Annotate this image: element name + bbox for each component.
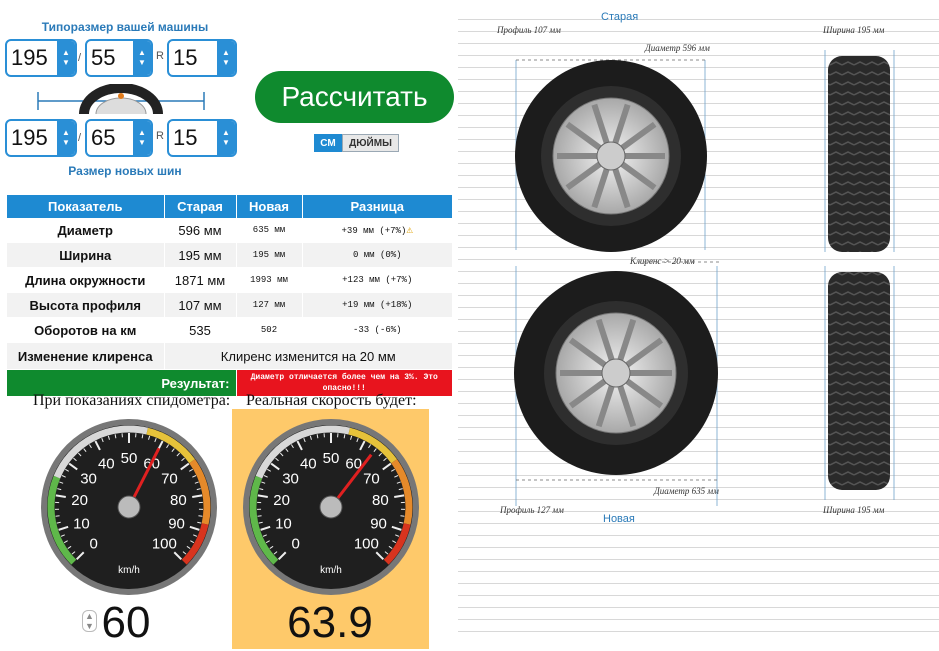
old-profile-select[interactable]: 55 ▲ ▼ [85,39,153,77]
gauge-tick [198,515,203,517]
old-profile-value: 55 [91,45,116,70]
new-width-value: 195 [11,125,48,150]
gauge-tick-label: 0 [291,535,299,552]
chevron-updown-icon: ▲ ▼ [57,41,75,75]
speed-stepper-icon[interactable]: ▲ ▼ [82,610,97,632]
new-size-caption: Размер новых шин [68,164,182,178]
chevron-updown-icon: ▲ ▼ [217,121,235,155]
tire-drawings [514,50,895,506]
gauge-tick-label: 10 [73,515,90,532]
gauge-tick-label: 70 [363,471,380,488]
gauge-tick-label: 80 [170,492,187,509]
gauge-tick-label: 70 [161,471,178,488]
new-profile-value: 65 [91,125,116,150]
gauge-tick-label: 30 [80,471,97,488]
unit-cm-toggle[interactable]: СМ [314,134,342,152]
gauge-tick [55,515,60,517]
table-row: Длина окружности 1871 мм 1993 мм +123 мм… [7,267,453,293]
tire-compare-icon [37,84,205,115]
col-header: Показатель [7,195,165,218]
gauge-unit: km/h [320,565,342,576]
table-row: Высота профиля 107 мм 127 мм +19 мм (+18… [7,292,453,318]
gauge-tick-label: 40 [300,455,317,472]
new-diameter-value: 15 [173,125,198,150]
clearance-row: Изменение клиренса Клиренс изменится на … [7,342,453,370]
old-diameter-value: 15 [173,45,198,70]
table-row: Ширина 195 мм 195 мм 0 мм (0%) [7,242,453,268]
new-diameter-select[interactable]: 15 ▲ ▼ [167,119,237,157]
gauge-hub [319,495,343,519]
chevron-updown-icon: ▲ ▼ [57,121,75,155]
table-row: Оборотов на км 535 502 -33 (-6%) [7,317,453,343]
calculate-button[interactable]: Рассчитать [255,71,454,123]
gauge-unit: km/h [118,565,140,576]
speedometer-real: 010203040 50 60708090100km/h [243,419,419,595]
real-speed-title: Реальная скорость будет: [246,392,417,409]
gauge-tick-label: 50 [323,450,340,467]
table-row: Диаметр 596 мм 635 мм +39 мм (+7%)⚠ [7,218,453,243]
r-label: R [156,50,164,62]
old-width-value: 195 [11,45,48,70]
gauge-tick-label: 90 [370,515,387,532]
gauge-tick-label: 100 [354,535,379,552]
old-size-caption: Типоразмер вашей машины [41,20,209,34]
gauge-tick [400,515,405,517]
table-header: Показатель Старая Новая Разница [7,195,453,218]
gauge-tick-label: 20 [71,492,88,509]
gauge-hub [117,495,141,519]
r-label: R [156,130,164,142]
old-tire-title: Старая [601,11,639,23]
col-header: Старая [164,195,237,218]
gauge-tick-label: 0 [89,535,97,552]
gauge-tick-label: 30 [282,471,299,488]
gauge-tick-label: 50 [121,450,138,467]
speedometer-shown: 0102030405060708090100km/h [41,419,217,595]
comparison-table: Показатель Старая Новая Разница Диаметр … [7,195,453,397]
shown-speed-title: При показаниях спидометра: [33,392,231,409]
gauge-tick-label: 40 [98,455,115,472]
new-tread-icon [828,272,890,490]
gauge-tick-label: 90 [168,515,185,532]
col-header: Новая [236,195,303,218]
old-tire-icon [515,60,707,252]
unit-inches-toggle[interactable]: ДЮЙМЫ [342,134,399,152]
real-speed-value: 63.9 [287,598,373,647]
new-tire-title: Новая [603,513,635,525]
gauge-tick-label: 80 [372,492,389,509]
old-tread-icon [828,56,890,252]
gauge-tick [257,515,262,517]
new-profile-select[interactable]: 65 ▲ ▼ [85,119,153,157]
old-diameter-select[interactable]: 15 ▲ ▼ [167,39,237,77]
gauge-tick-label: 100 [152,535,177,552]
col-header: Разница [302,195,453,218]
new-width-select[interactable]: 195 ▲ ▼ [5,119,77,157]
warning-icon: ⚠ [406,225,413,237]
gauge-tick-label: 20 [273,492,290,509]
chevron-updown-icon: ▲ ▼ [217,41,235,75]
gauge-tick-label: 10 [275,515,292,532]
new-tire-icon [514,271,718,475]
old-width-select[interactable]: 195 ▲ ▼ [5,39,77,77]
chevron-updown-icon: ▲ ▼ [133,41,151,75]
shown-speed-value[interactable]: 60 [96,598,156,648]
chevron-updown-icon: ▲ ▼ [133,121,151,155]
